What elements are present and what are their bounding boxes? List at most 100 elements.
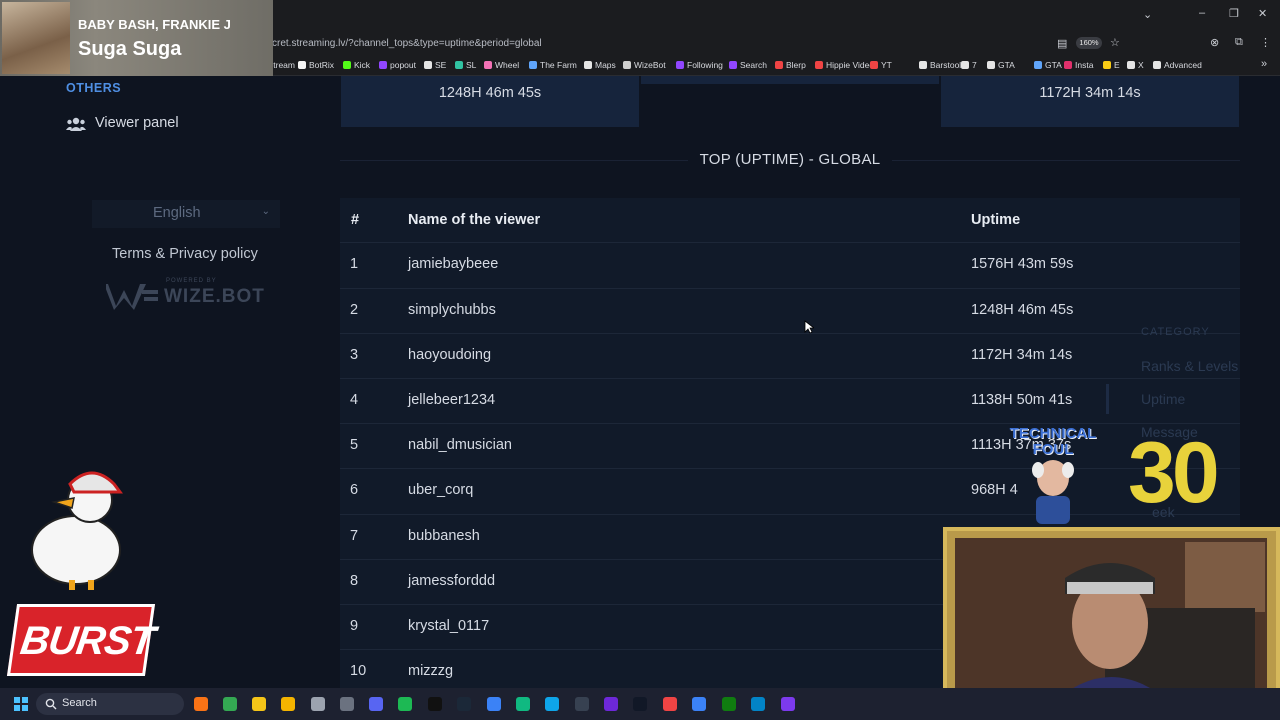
table-row-divider: [340, 468, 1240, 469]
star-icon[interactable]: ☆: [1110, 36, 1120, 49]
row-uptime: 1172H 34m 14s: [971, 347, 1073, 363]
bookmark-item[interactable]: Advanced: [1153, 60, 1202, 70]
bookmark-favicon-icon: [379, 61, 387, 69]
url-text[interactable]: cret.streaming.lv/?channel_tops&type=upt…: [272, 38, 542, 49]
bookmark-label: Advanced: [1164, 60, 1202, 70]
settings-icon[interactable]: [311, 697, 325, 711]
row-viewer-name[interactable]: bubbanesh: [408, 528, 480, 544]
discord-icon[interactable]: [369, 697, 383, 711]
bookmark-favicon-icon: [424, 61, 432, 69]
bookmark-item[interactable]: Maps: [584, 60, 616, 70]
xbox-icon[interactable]: [722, 697, 736, 711]
bookmark-item[interactable]: The Farm: [529, 60, 577, 70]
column-header-uptime: Uptime: [971, 212, 1021, 228]
menu-icon[interactable]: ⋮: [1260, 36, 1271, 49]
bookmark-item[interactable]: popout: [379, 60, 416, 70]
reader-icon[interactable]: ▤: [1057, 37, 1067, 50]
tab-dropdown-icon[interactable]: ⌄: [1143, 8, 1152, 21]
bookmark-item[interactable]: Barstool: [919, 60, 961, 70]
folder-icon[interactable]: [281, 697, 295, 711]
users-icon: [66, 117, 86, 131]
bookmark-favicon-icon: [775, 61, 783, 69]
bookmark-item[interactable]: GTA: [987, 60, 1015, 70]
bookmark-label: Maps: [595, 60, 616, 70]
wizebot-logo[interactable]: POWERED BY WIZE.BOT: [106, 278, 266, 312]
row-viewer-name[interactable]: simplychubbs: [408, 302, 496, 318]
bookmark-label: Search: [740, 60, 767, 70]
bookmark-item[interactable]: Blerp: [775, 60, 806, 70]
row-viewer-name[interactable]: uber_corq: [408, 482, 473, 498]
row-uptime: 1576H 43m 59s: [971, 256, 1074, 272]
bookmark-item[interactable]: Insta: [1064, 60, 1093, 70]
bookmark-favicon-icon: [987, 61, 995, 69]
bookmark-item[interactable]: 7: [961, 60, 977, 70]
bookmark-item[interactable]: Search: [729, 60, 767, 70]
grid-icon[interactable]: [604, 697, 618, 711]
row-uptime: 968H 4: [971, 482, 1018, 498]
windows-start-icon[interactable]: [14, 697, 28, 711]
photos-icon[interactable]: [487, 697, 501, 711]
restore-icon[interactable]: ❐: [1229, 7, 1239, 20]
bookmark-item[interactable]: Wheel: [484, 60, 519, 70]
bookmark-item[interactable]: Kick: [343, 60, 370, 70]
bookmark-item[interactable]: Following: [676, 60, 723, 70]
bookmark-item[interactable]: X: [1127, 60, 1144, 70]
taskbar-search[interactable]: Search: [36, 693, 184, 715]
epic-icon[interactable]: [633, 697, 647, 711]
row-viewer-name[interactable]: mizzzg: [408, 663, 453, 679]
app-icon[interactable]: [516, 697, 530, 711]
bookmark-label: Kick: [354, 60, 371, 70]
bookmark-favicon-icon: [1103, 61, 1111, 69]
app3-icon[interactable]: [751, 697, 765, 711]
row-viewer-name[interactable]: jellebeer1234: [408, 392, 495, 408]
chrome-icon[interactable]: [223, 697, 237, 711]
burst-logo: BURST: [6, 604, 157, 676]
notes-icon[interactable]: [252, 697, 266, 711]
language-select[interactable]: English ⌄: [92, 200, 280, 228]
bookmark-item[interactable]: YT: [870, 60, 892, 70]
vpn-icon[interactable]: [692, 697, 706, 711]
minimize-icon[interactable]: –: [1199, 7, 1205, 19]
wizebot-logo-icon: [106, 284, 158, 310]
spotify-icon[interactable]: [398, 697, 412, 711]
extension-x-icon[interactable]: ⊗: [1210, 36, 1219, 49]
firefox-icon[interactable]: [194, 697, 208, 711]
row-viewer-name[interactable]: nabil_dmusician: [408, 437, 512, 453]
row-viewer-name[interactable]: jamiebaybeee: [408, 256, 498, 272]
bookmark-label: WizeBot: [634, 60, 666, 70]
steam-icon[interactable]: [457, 697, 471, 711]
row-viewer-name[interactable]: jamessforddd: [408, 573, 495, 589]
row-viewer-name[interactable]: krystal_0117: [408, 618, 489, 634]
category-item-uptime[interactable]: Uptime: [1141, 391, 1185, 407]
bookmark-item[interactable]: E: [1103, 60, 1120, 70]
bookmark-item[interactable]: SE: [424, 60, 446, 70]
obs-icon[interactable]: [340, 697, 354, 711]
bookmark-item[interactable]: BotRix: [298, 60, 334, 70]
bookmark-item[interactable]: Hippie Video: [815, 60, 874, 70]
bookmark-item[interactable]: SL: [455, 60, 476, 70]
burst-logo-text: BURST: [17, 619, 157, 663]
zoom-badge[interactable]: 160%: [1076, 37, 1102, 49]
close-icon[interactable]: ✕: [1258, 7, 1267, 20]
app2-icon[interactable]: [663, 697, 677, 711]
bookmark-label: Following: [687, 60, 723, 70]
bookmark-favicon-icon: [676, 61, 684, 69]
row-uptime: 1138H 50m 41s: [971, 392, 1073, 408]
terminal-icon[interactable]: [428, 697, 442, 711]
bookmark-favicon-icon: [1127, 61, 1135, 69]
bookmark-label: GTA: [998, 60, 1015, 70]
extensions-icon[interactable]: ⧉: [1235, 36, 1243, 49]
tool-icon[interactable]: [575, 697, 589, 711]
bookmark-item[interactable]: WizeBot: [623, 60, 666, 70]
table-row-divider: [340, 378, 1240, 379]
edge-icon[interactable]: [545, 697, 559, 711]
row-viewer-name[interactable]: haoyoudoing: [408, 347, 491, 363]
bookmark-favicon-icon: [584, 61, 592, 69]
countdown-counter: 30: [1128, 425, 1220, 521]
terms-link[interactable]: Terms & Privacy policy: [112, 246, 258, 262]
row-uptime: 1248H 46m 45s: [971, 302, 1074, 318]
more-bookmarks-icon[interactable]: »: [1261, 58, 1267, 70]
gamepad-icon[interactable]: [781, 697, 795, 711]
bookmark-favicon-icon: [1064, 61, 1072, 69]
category-item-ranks[interactable]: Ranks & Levels: [1141, 358, 1238, 374]
